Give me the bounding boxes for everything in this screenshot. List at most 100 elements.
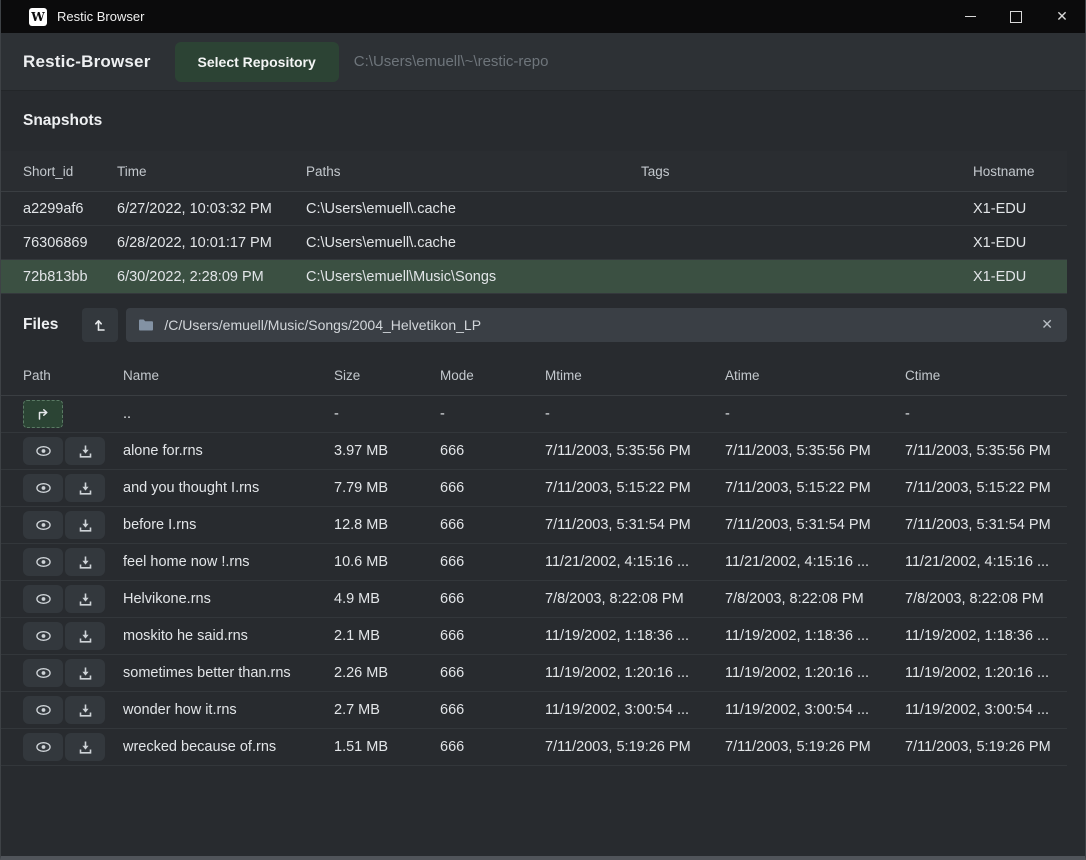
file-atime: - xyxy=(725,406,905,422)
file-ctime: 7/11/2003, 5:31:54 PM xyxy=(905,517,1067,533)
download-file-button[interactable] xyxy=(65,474,105,502)
snapshot-short-id: 76306869 xyxy=(23,235,117,251)
download-icon xyxy=(78,481,93,496)
files-heading: Files xyxy=(23,316,58,334)
column-ctime[interactable]: Ctime xyxy=(905,368,1067,383)
snapshot-row[interactable]: a2299af6 6/27/2022, 10:03:32 PM C:\Users… xyxy=(1,192,1067,226)
file-mtime: - xyxy=(545,406,725,422)
preview-eye-icon xyxy=(35,518,52,532)
preview-file-button[interactable] xyxy=(23,511,63,539)
snapshot-time: 6/30/2022, 2:28:09 PM xyxy=(117,269,306,285)
download-file-button[interactable] xyxy=(65,659,105,687)
download-file-button[interactable] xyxy=(65,696,105,724)
file-ctime: 7/11/2003, 5:35:56 PM xyxy=(905,443,1067,459)
file-ctime: 11/19/2002, 1:18:36 ... xyxy=(905,628,1067,644)
column-time[interactable]: Time xyxy=(117,164,306,179)
file-row[interactable]: before I.rns 12.8 MB 666 7/11/2003, 5:31… xyxy=(1,507,1067,544)
file-atime: 11/19/2002, 3:00:54 ... xyxy=(725,702,905,718)
select-repository-button[interactable]: Select Repository xyxy=(175,42,339,82)
snapshot-hostname: X1-EDU xyxy=(973,201,1067,217)
snapshots-table-header: Short_id Time Paths Tags Hostname xyxy=(1,151,1067,192)
app-title: Restic-Browser xyxy=(23,52,151,72)
file-size: 2.1 MB xyxy=(334,628,440,644)
file-mode: 666 xyxy=(440,517,545,533)
file-row[interactable]: feel home now !.rns 10.6 MB 666 11/21/20… xyxy=(1,544,1067,581)
preview-file-button[interactable] xyxy=(23,548,63,576)
file-row[interactable]: sometimes better than.rns 2.26 MB 666 11… xyxy=(1,655,1067,692)
column-hostname[interactable]: Hostname xyxy=(973,164,1067,179)
column-tags[interactable]: Tags xyxy=(641,164,973,179)
snapshot-row[interactable]: 72b813bb 6/30/2022, 2:28:09 PM C:\Users\… xyxy=(1,260,1067,294)
root-dir-icon xyxy=(92,317,108,333)
parent-directory-row[interactable]: .. - - - - - xyxy=(1,396,1067,433)
download-file-button[interactable] xyxy=(65,585,105,613)
snapshots-heading: Snapshots xyxy=(23,112,102,130)
preview-file-button[interactable] xyxy=(23,585,63,613)
preview-file-button[interactable] xyxy=(23,733,63,761)
file-size: 2.7 MB xyxy=(334,702,440,718)
go-to-root-button[interactable] xyxy=(82,308,118,342)
preview-file-button[interactable] xyxy=(23,696,63,724)
snapshot-short-id: a2299af6 xyxy=(23,201,117,217)
file-mode: 666 xyxy=(440,739,545,755)
file-row[interactable]: moskito he said.rns 2.1 MB 666 11/19/200… xyxy=(1,618,1067,655)
column-mtime[interactable]: Mtime xyxy=(545,368,725,383)
download-file-button[interactable] xyxy=(65,548,105,576)
file-ctime: 11/19/2002, 1:20:16 ... xyxy=(905,665,1067,681)
column-mode[interactable]: Mode xyxy=(440,368,545,383)
snapshots-section-header: Snapshots xyxy=(1,91,1085,151)
file-size: 3.97 MB xyxy=(334,443,440,459)
snapshot-row[interactable]: 76306869 6/28/2022, 10:01:17 PM C:\Users… xyxy=(1,226,1067,260)
file-row[interactable]: and you thought I.rns 7.79 MB 666 7/11/2… xyxy=(1,470,1067,507)
column-path[interactable]: Path xyxy=(23,368,123,383)
file-mode: 666 xyxy=(440,665,545,681)
files-bar: Files /C/Users/emuell/Music/Songs/2004_H… xyxy=(1,294,1085,355)
file-row[interactable]: wrecked because of.rns 1.51 MB 666 7/11/… xyxy=(1,729,1067,766)
file-atime: 7/11/2003, 5:35:56 PM xyxy=(725,443,905,459)
minimize-button[interactable] xyxy=(947,0,993,33)
parent-dir-icon xyxy=(35,406,51,422)
file-size: 10.6 MB xyxy=(334,554,440,570)
folder-icon xyxy=(138,318,154,332)
file-mtime: 7/11/2003, 5:35:56 PM xyxy=(545,443,725,459)
wails-logo-icon: W xyxy=(29,8,47,26)
file-size: 4.9 MB xyxy=(334,591,440,607)
file-ctime: - xyxy=(905,406,1067,422)
clear-path-button[interactable]: ✕ xyxy=(1039,316,1055,333)
close-button[interactable]: ✕ xyxy=(1039,0,1085,33)
file-atime: 7/11/2003, 5:15:22 PM xyxy=(725,480,905,496)
column-name[interactable]: Name xyxy=(123,368,334,383)
file-ctime: 11/19/2002, 3:00:54 ... xyxy=(905,702,1067,718)
file-mode: 666 xyxy=(440,554,545,570)
preview-file-button[interactable] xyxy=(23,437,63,465)
go-up-button[interactable] xyxy=(23,400,63,428)
column-short-id[interactable]: Short_id xyxy=(23,164,117,179)
download-icon xyxy=(78,555,93,570)
file-ctime: 7/11/2003, 5:19:26 PM xyxy=(905,739,1067,755)
file-row[interactable]: Helvikone.rns 4.9 MB 666 7/8/2003, 8:22:… xyxy=(1,581,1067,618)
column-atime[interactable]: Atime xyxy=(725,368,905,383)
file-name: alone for.rns xyxy=(123,443,334,459)
preview-eye-icon xyxy=(35,703,52,717)
titlebar: W Restic Browser ✕ xyxy=(1,0,1085,33)
download-file-button[interactable] xyxy=(65,437,105,465)
preview-file-button[interactable] xyxy=(23,622,63,650)
download-file-button[interactable] xyxy=(65,733,105,761)
snapshot-time: 6/28/2022, 10:01:17 PM xyxy=(117,235,306,251)
maximize-button[interactable] xyxy=(993,0,1039,33)
file-row[interactable]: alone for.rns 3.97 MB 666 7/11/2003, 5:3… xyxy=(1,433,1067,470)
snapshot-paths: C:\Users\emuell\.cache xyxy=(306,235,641,251)
file-name: sometimes better than.rns xyxy=(123,665,334,681)
preview-file-button[interactable] xyxy=(23,474,63,502)
column-size[interactable]: Size xyxy=(334,368,440,383)
current-path-field[interactable]: /C/Users/emuell/Music/Songs/2004_Helveti… xyxy=(126,308,1067,342)
app-window: W Restic Browser ✕ Restic-Browser Select… xyxy=(0,0,1086,860)
current-path-value: /C/Users/emuell/Music/Songs/2004_Helveti… xyxy=(164,317,481,333)
download-file-button[interactable] xyxy=(65,622,105,650)
file-row[interactable]: wonder how it.rns 2.7 MB 666 11/19/2002,… xyxy=(1,692,1067,729)
preview-file-button[interactable] xyxy=(23,659,63,687)
file-name: .. xyxy=(123,406,334,422)
preview-eye-icon xyxy=(35,740,52,754)
column-paths[interactable]: Paths xyxy=(306,164,641,179)
download-file-button[interactable] xyxy=(65,511,105,539)
